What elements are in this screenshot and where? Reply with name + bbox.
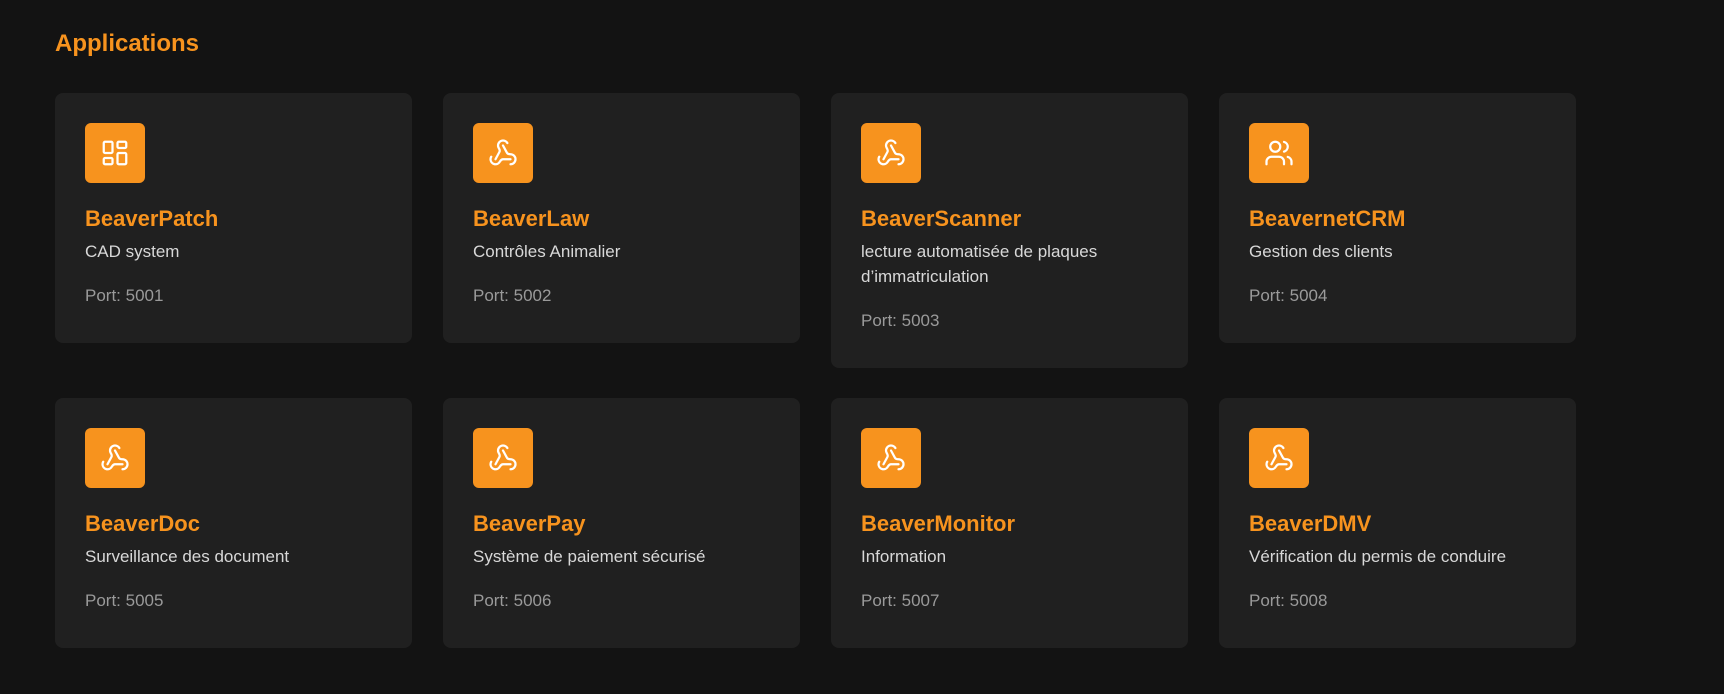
app-port: Port: 5003	[861, 311, 940, 330]
app-description: Contrôles Animalier	[473, 242, 621, 261]
webhook-icon	[1249, 428, 1309, 488]
app-card-beaverdmv[interactable]: BeaverDMV Vérification du permis de cond…	[1219, 398, 1576, 648]
app-name: BeaverMonitor	[861, 511, 1016, 536]
app-port: Port: 5001	[85, 286, 164, 305]
webhook-icon	[473, 123, 533, 183]
app-description: Système de paiement sécurisé	[473, 547, 706, 566]
users-icon	[1249, 123, 1309, 183]
app-description: Vérification du permis de conduire	[1249, 547, 1507, 566]
webhook-icon	[473, 428, 533, 488]
app-description: Information	[861, 547, 947, 566]
app-description: Surveillance des document	[85, 547, 290, 566]
app-name: BeaverLaw	[473, 206, 590, 231]
app-description: CAD system	[85, 242, 180, 261]
app-port: Port: 5004	[1249, 286, 1328, 305]
app-description: lecture automatisée de plaques d’immatri…	[861, 242, 1098, 286]
webhook-icon	[861, 123, 921, 183]
app-port: Port: 5005	[85, 591, 164, 610]
app-card-beaverpatch[interactable]: BeaverPatch CAD system Port: 5001	[55, 93, 412, 343]
app-port: Port: 5007	[861, 591, 940, 610]
app-description: Gestion des clients	[1249, 242, 1393, 261]
applications-page: Applications BeaverPatch CAD system Port…	[0, 0, 1724, 694]
app-card-beaverdoc[interactable]: BeaverDoc Surveillance des document Port…	[55, 398, 412, 648]
section-title: Applications	[55, 30, 200, 57]
app-card-beaverscanner[interactable]: BeaverScanner lecture automatisée de pla…	[831, 93, 1188, 368]
app-card-beavernetcrm[interactable]: BeavernetCRM Gestion des clients Port: 5…	[1219, 93, 1576, 343]
webhook-icon	[85, 428, 145, 488]
app-card-beavermonitor[interactable]: BeaverMonitor Information Port: 5007	[831, 398, 1188, 648]
app-port: Port: 5008	[1249, 591, 1328, 610]
app-name: BeaverScanner	[861, 206, 1022, 231]
app-name: BeaverPatch	[85, 206, 219, 231]
app-port: Port: 5002	[473, 286, 552, 305]
app-name: BeaverDMV	[1249, 511, 1372, 536]
app-name: BeaverPay	[473, 511, 586, 536]
app-name: BeavernetCRM	[1249, 206, 1406, 231]
dashboard-icon	[85, 123, 145, 183]
app-card-beaverlaw[interactable]: BeaverLaw Contrôles Animalier Port: 5002	[443, 93, 800, 343]
app-card-beaverpay[interactable]: BeaverPay Système de paiement sécurisé P…	[443, 398, 800, 648]
app-name: BeaverDoc	[85, 511, 200, 536]
app-port: Port: 5006	[473, 591, 552, 610]
webhook-icon	[861, 428, 921, 488]
